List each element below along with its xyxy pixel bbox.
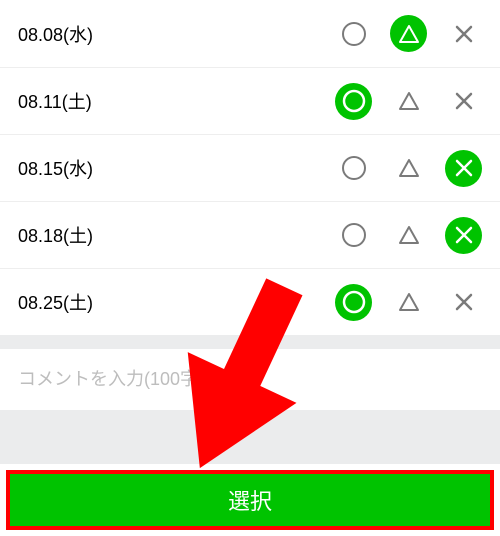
comment-section [0, 349, 500, 410]
option-group [335, 284, 482, 321]
list-item: 08.11(土) [0, 67, 500, 134]
cross-icon [453, 224, 475, 246]
option-triangle[interactable] [390, 83, 427, 120]
option-circle[interactable] [335, 83, 372, 120]
circle-icon [340, 87, 368, 115]
option-circle[interactable] [335, 284, 372, 321]
date-label: 08.25(土) [18, 289, 335, 315]
date-option-list: 08.08(水) 08.11(土) 08 [0, 0, 500, 335]
triangle-icon [397, 89, 421, 113]
select-button-label: 選択 [228, 484, 272, 516]
list-item: 08.18(土) [0, 201, 500, 268]
comment-input[interactable] [18, 369, 482, 390]
circle-icon [340, 221, 368, 249]
option-triangle[interactable] [390, 15, 427, 52]
option-cross[interactable] [445, 217, 482, 254]
cross-icon [453, 23, 475, 45]
option-circle[interactable] [335, 150, 372, 187]
option-circle[interactable] [335, 15, 372, 52]
circle-icon [340, 154, 368, 182]
list-item: 08.08(水) [0, 0, 500, 67]
circle-icon [340, 288, 368, 316]
circle-icon [340, 20, 368, 48]
date-label: 08.08(水) [18, 21, 335, 47]
date-label: 08.15(水) [18, 155, 335, 181]
triangle-icon [397, 22, 421, 46]
triangle-icon [397, 290, 421, 314]
option-cross[interactable] [445, 150, 482, 187]
option-triangle[interactable] [390, 217, 427, 254]
option-triangle[interactable] [390, 284, 427, 321]
option-group [335, 217, 482, 254]
submit-section: 選択 [0, 464, 500, 536]
date-label: 08.11(土) [18, 88, 335, 114]
list-item: 08.25(土) [0, 268, 500, 335]
option-cross[interactable] [445, 83, 482, 120]
cross-icon [453, 291, 475, 313]
option-triangle[interactable] [390, 150, 427, 187]
option-group [335, 83, 482, 120]
cross-icon [453, 157, 475, 179]
option-cross[interactable] [445, 284, 482, 321]
triangle-icon [397, 223, 421, 247]
option-group [335, 150, 482, 187]
option-group [335, 15, 482, 52]
list-item: 08.15(水) [0, 134, 500, 201]
triangle-icon [397, 156, 421, 180]
cross-icon [453, 90, 475, 112]
option-circle[interactable] [335, 217, 372, 254]
select-button[interactable]: 選択 [6, 470, 494, 530]
date-label: 08.18(土) [18, 222, 335, 248]
option-cross[interactable] [445, 15, 482, 52]
